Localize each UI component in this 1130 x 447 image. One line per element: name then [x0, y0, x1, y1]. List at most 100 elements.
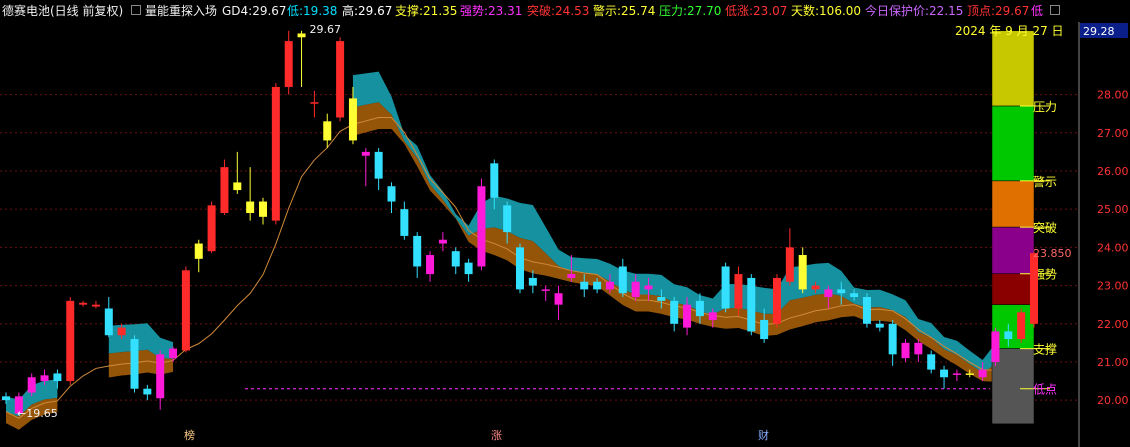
date-label: 2024 年 9 月 27 日 — [955, 24, 1064, 38]
y-tick-label: 22.00 — [1097, 318, 1129, 331]
candle-body — [413, 235, 422, 267]
candle-body — [618, 266, 627, 294]
candle-body — [927, 354, 936, 370]
candle-body — [323, 121, 332, 141]
candle-body — [503, 205, 512, 233]
price-zone — [991, 273, 1035, 305]
y-tick-label: 21.00 — [1097, 356, 1129, 369]
high-annotation: 29.67 — [310, 23, 342, 36]
zone-label-4: 支撑 — [1033, 342, 1057, 357]
candle-body — [580, 281, 589, 290]
candle-body — [271, 86, 280, 221]
candle-body — [91, 304, 100, 307]
candle-body — [605, 281, 614, 290]
candle-body — [246, 201, 255, 213]
candle-body — [284, 41, 293, 87]
candle-body — [79, 302, 88, 305]
y-tick-label: 27.00 — [1097, 127, 1129, 140]
candle-body — [773, 277, 781, 324]
price-zone — [991, 30, 1035, 107]
candle-body — [528, 277, 537, 286]
candle-body — [259, 201, 267, 217]
zone-label-5: 低点 — [1033, 383, 1057, 397]
candle-body — [361, 151, 370, 156]
candle-body — [541, 289, 550, 291]
candle-body — [734, 274, 743, 309]
candle-body — [721, 266, 730, 309]
event-marker-2: 财 — [758, 428, 769, 442]
candle-body — [760, 319, 769, 340]
candle-body — [837, 289, 846, 294]
candle-body — [451, 251, 460, 267]
candle-body — [387, 186, 396, 202]
candle-body — [477, 186, 486, 267]
candle-body — [824, 289, 833, 298]
candle-body — [914, 342, 923, 355]
support-band — [352, 102, 1034, 383]
candle-body — [464, 262, 473, 275]
y-tick-label: 23.00 — [1097, 280, 1129, 293]
resistance-band — [352, 71, 1034, 373]
candle-body — [53, 373, 62, 382]
candle-body — [426, 255, 435, 275]
candle-body — [875, 323, 884, 328]
candle-body — [631, 281, 640, 298]
candle-body — [490, 163, 499, 198]
candle-body — [297, 33, 306, 38]
candle-body — [66, 300, 75, 382]
candle-body — [940, 369, 949, 378]
candle-body — [965, 373, 974, 375]
candle-body — [554, 293, 563, 305]
candle-body — [181, 270, 190, 351]
candle-body — [374, 151, 383, 179]
candle-body — [683, 304, 692, 328]
y-tick-label: 25.00 — [1097, 203, 1129, 216]
event-marker-0: 榜 — [184, 428, 195, 442]
candle-body — [991, 331, 1000, 362]
candle-body — [233, 182, 242, 191]
candlestick-chart[interactable]: 20.00 21.00 22.00 23.00 24.00 25.00 26.00 27.00… — [0, 0, 1130, 447]
candle-body — [978, 369, 987, 378]
candle-body — [2, 396, 10, 401]
candle-body — [695, 300, 704, 317]
candle-body — [27, 377, 36, 393]
candle-body — [593, 281, 602, 290]
candle-body — [862, 297, 871, 324]
zone-label-0: 压力 — [1033, 100, 1057, 114]
candle-body — [310, 102, 319, 104]
candle-body — [438, 239, 447, 244]
zone-label-2: 突破 — [1033, 220, 1057, 235]
candle-body — [901, 342, 910, 359]
candle-body — [336, 41, 345, 118]
candle-body — [400, 209, 409, 236]
candle-body — [220, 167, 229, 213]
candle-body — [194, 243, 203, 259]
candle-body — [747, 277, 756, 332]
candle-body — [40, 375, 49, 382]
candle-body — [952, 373, 961, 375]
candle-body — [888, 323, 897, 355]
candle-body — [811, 285, 820, 290]
y-tick-label: 26.00 — [1097, 165, 1129, 178]
price-zone — [991, 105, 1035, 182]
candle-body — [104, 308, 113, 336]
y-tick-label: 20.00 — [1097, 394, 1129, 407]
high-marker — [301, 27, 308, 32]
last-price-label: 23.850 — [1033, 247, 1072, 260]
candle-body — [156, 354, 165, 399]
price-zone — [991, 226, 1035, 274]
candle-body — [708, 312, 717, 320]
candle-body — [130, 339, 139, 389]
y-tick-label: 28.00 — [1097, 89, 1129, 102]
candle-body — [143, 388, 152, 395]
candle-body — [657, 297, 666, 301]
candle-body — [169, 348, 178, 359]
zone-label-1: 警示 — [1033, 174, 1057, 189]
candle-body — [117, 327, 126, 336]
candle-body — [567, 274, 576, 278]
candle-body — [785, 247, 794, 282]
candle-body — [1004, 331, 1013, 340]
candle-body — [798, 255, 807, 290]
y-tick-label: 24.00 — [1097, 241, 1129, 254]
event-marker-1: 涨 — [491, 429, 502, 442]
